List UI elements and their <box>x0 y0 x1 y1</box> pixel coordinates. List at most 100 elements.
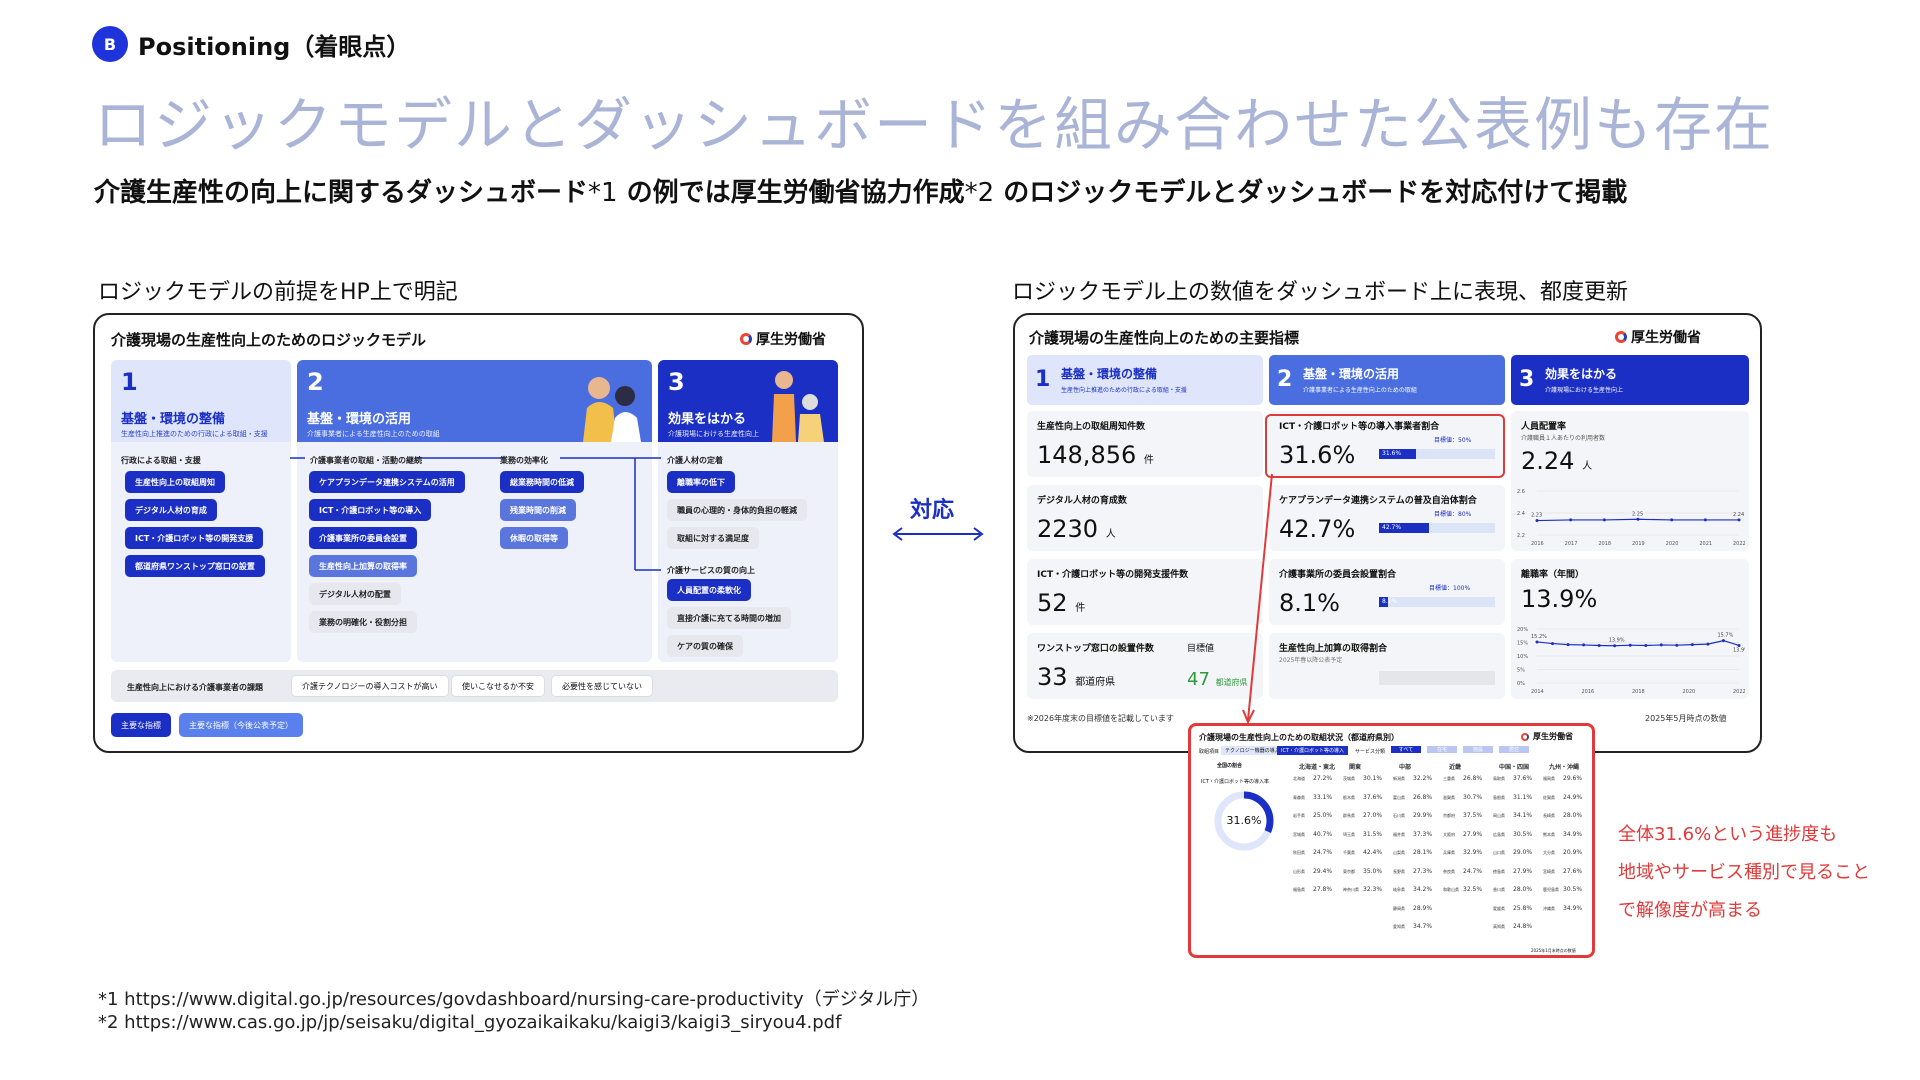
prefecture-name: 京都府 <box>1443 813 1455 818</box>
x-tick-label: 2022 <box>1733 541 1745 547</box>
breakdown-date: 2025年1月末時点の数値 <box>1531 948 1576 953</box>
data-point <box>1703 518 1707 522</box>
kpi-number: 2230 <box>1037 515 1099 543</box>
filter-label: 取組項目 <box>1199 749 1220 755</box>
region-heading: 北海道・東北 <box>1299 764 1336 771</box>
prefecture-value: 34.7% <box>1413 923 1433 930</box>
data-point <box>1582 643 1586 647</box>
kpi-bar-fill: 8.1% <box>1379 597 1397 607</box>
main-indicators-button[interactable]: 主要な指標 <box>111 713 171 737</box>
prefecture-name: 佐賀県 <box>1543 794 1555 800</box>
right-caption: ロジックモデル上の数値をダッシュボード上に表現、都度更新 <box>1012 280 1629 305</box>
data-label: 15.7% <box>1717 633 1733 639</box>
challenge-item: 介護テクノロジーの導入コストが高い <box>291 675 449 697</box>
filter-chip[interactable]: テクノロジー機器の導入 <box>1221 746 1284 755</box>
kpi-number: 148,856 <box>1037 441 1137 469</box>
service-filter-option[interactable]: すべて <box>1391 746 1421 753</box>
prefecture-name: 宮城県 <box>1293 831 1305 837</box>
prefecture-value: 40.7% <box>1313 830 1333 838</box>
subtitle-part3: のロジックモデルとダッシュボードを対応付けて掲載 <box>994 178 1628 208</box>
prefecture-name: 山口県 <box>1493 850 1505 855</box>
lm-col3b-item: ケアの質の確保 <box>667 635 743 657</box>
kpi-target: 目標値：100% <box>1429 585 1471 592</box>
data-label: 13.9% <box>1733 647 1745 653</box>
prefecture-name: 愛媛県 <box>1493 905 1505 911</box>
kpi-unit: 人 <box>1105 529 1116 540</box>
dash-col2-sub: 介護事業者による生産性向上のための取組 <box>1303 387 1417 394</box>
prefecture-value: 31.5% <box>1363 830 1383 838</box>
prefecture-name: 千葉県 <box>1343 850 1355 855</box>
prefecture-value: 28.0% <box>1563 812 1583 819</box>
annotation-line: 全体31.6%という進捗度も <box>1618 824 1838 845</box>
mhlw-logo: 厚生労働省 <box>1615 327 1701 347</box>
prefecture-value: 34.9% <box>1563 830 1583 838</box>
prefecture-name: 福島県 <box>1293 887 1305 892</box>
kpi-number: 33 <box>1037 663 1068 691</box>
data-point <box>1675 643 1679 647</box>
prefecture-value: 33.1% <box>1313 793 1333 801</box>
prefecture-name: 高知県 <box>1493 924 1505 929</box>
logic-model-panel: 介護現場の生産性向上のためのロジックモデル 厚生労働省 1 基盤・環境の整備 生… <box>93 313 864 753</box>
prefecture-value: 29.0% <box>1513 849 1533 856</box>
prefecture-name: 愛知県 <box>1393 924 1405 929</box>
lm-col1-item: 生産性向上の取組周知 <box>125 471 225 493</box>
lm-col2-item: 業務の明確化・役割分担 <box>309 611 417 633</box>
prefecture-value: 30.1% <box>1363 775 1383 782</box>
kpi-unit: 件 <box>1075 603 1086 614</box>
prefecture-name: 東京都 <box>1343 868 1355 874</box>
x-tick-label: 2014 <box>1531 689 1544 695</box>
y-tick-label: 10% <box>1517 654 1528 660</box>
prefecture-name: 北海道 <box>1293 776 1305 781</box>
x-tick-label: 2018 <box>1632 689 1645 695</box>
y-tick-label: 5% <box>1517 668 1525 674</box>
prefecture-value: 30.5% <box>1513 830 1533 838</box>
prefecture-value: 32.2% <box>1413 775 1433 782</box>
dashboard-date: 2025年5月時点の数値 <box>1645 714 1727 723</box>
dash-col3-header: 3 効果をはかる 介護現場における生産性向上 <box>1511 355 1749 405</box>
service-filter-option[interactable]: 施設 <box>1463 746 1493 753</box>
kpi-value: 8.1% <box>1279 589 1340 617</box>
prefecture-name: 徳島県 <box>1493 868 1505 874</box>
y-tick-label: 20% <box>1517 627 1528 633</box>
prefecture-value: 34.9% <box>1563 904 1583 912</box>
kpi-label: 離職率（年間） <box>1521 570 1585 580</box>
prefecture-name: 青森県 <box>1293 794 1305 800</box>
mhlw-logo-text: 厚生労働省 <box>1533 732 1573 741</box>
upcoming-indicators-button[interactable]: 主要な指標（今後公表予定） <box>179 713 303 737</box>
kpi-value: 2.24 人 <box>1521 447 1592 475</box>
prefecture-name: 栃木県 <box>1343 794 1355 800</box>
correspondence-label: 対応 <box>910 498 955 523</box>
prefecture-name: 滋賀県 <box>1443 794 1455 800</box>
filter-chip[interactable]: ICT・介護ロボット等の導入 <box>1277 746 1349 755</box>
prefecture-breakdown-panel: 介護現場の生産性向上のための取組状況（都道府県別） 厚生労働省 取組項目 テクノ… <box>1188 723 1595 958</box>
prefecture-value: 24.7% <box>1313 849 1333 856</box>
prefecture-name: 秋田県 <box>1293 850 1305 855</box>
prefecture-value: 24.8% <box>1513 923 1533 930</box>
service-filter-option[interactable]: 在宅 <box>1427 746 1457 753</box>
region-heading: 中部 <box>1399 764 1412 771</box>
kpi-target: 目標値：80% <box>1434 511 1472 518</box>
dash-col2-header: 2 基盤・環境の活用 介護事業者による生産性向上のための取組 <box>1269 355 1505 405</box>
prefecture-value: 37.5% <box>1463 812 1483 819</box>
kpi-chart-card: 人員配置率 介護職員１人あたりの利用者数 2.24 人 2.6 2.4 2.2 2.2… <box>1511 411 1749 551</box>
lm-col3b-item: 直接介護に充てる時間の増加 <box>667 607 791 629</box>
prefecture-value: 20.9% <box>1563 849 1583 856</box>
prefecture-value: 37.6% <box>1363 793 1383 801</box>
prefecture-name: 静岡県 <box>1393 905 1405 911</box>
prefecture-value: 26.8% <box>1413 793 1433 801</box>
region-heading: 関東 <box>1349 764 1362 771</box>
dash-col2-heading: 基盤・環境の活用 <box>1303 367 1400 381</box>
prefecture-value: 29.9% <box>1413 812 1433 819</box>
kpi-chart-card: 離職率（年間） 13.9% 20% 15% 10% 5% 0% 15.2% 13.9% 15.… <box>1511 559 1749 699</box>
service-filter-option[interactable]: 居住 <box>1499 746 1529 753</box>
kpi-label: デジタル人材の育成数 <box>1037 496 1127 506</box>
prefecture-value: 24.7% <box>1463 867 1483 875</box>
kpi-label: ケアプランデータ連携システムの普及自治体割合 <box>1279 496 1477 506</box>
kpi-number: 2.24 <box>1521 447 1575 475</box>
region-heading: 九州・沖縄 <box>1549 764 1580 771</box>
prefecture-value: 37.6% <box>1513 775 1533 782</box>
y-tick-label: 2.6 <box>1517 489 1525 495</box>
dash-col1-heading: 基盤・環境の整備 <box>1061 367 1158 381</box>
challenge-item: 必要性を感じていない <box>551 675 653 697</box>
prefecture-name: 沖縄県 <box>1543 905 1555 911</box>
